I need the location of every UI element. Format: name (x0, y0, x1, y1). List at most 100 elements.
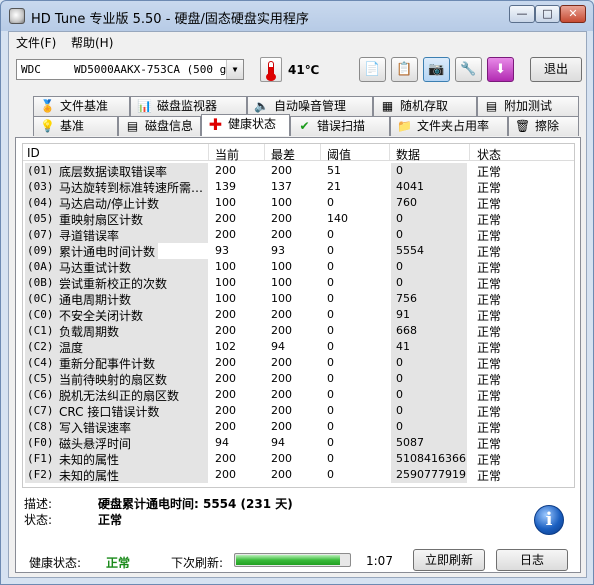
table-row[interactable]: (C7) CRC 接口错误计数 200 200 0 0 正常 (23, 403, 574, 419)
row-data: 0 (396, 260, 403, 273)
row-status: 正常 (477, 373, 502, 387)
menu-help[interactable]: 帮助(H) (71, 34, 113, 51)
row-threshold: 0 (327, 228, 334, 241)
options-icon[interactable]: 🔧 (455, 57, 482, 82)
table-row[interactable]: (07) 寻道错误率 200 200 0 0 正常 (23, 227, 574, 243)
row-threshold: 0 (327, 468, 334, 481)
tab-erase[interactable]: 🗑 擦除 (508, 116, 579, 136)
tab-disk-monitor[interactable]: 📊 磁盘监视器 (130, 96, 247, 116)
row-data: 5554 (396, 244, 424, 257)
table-row[interactable]: (F0) 磁头悬浮时间 94 94 0 5087 正常 (23, 435, 574, 451)
table-row[interactable]: (03) 马达旋转到标准转速所需… 139 137 21 4041 正常 (23, 179, 574, 195)
speaker-icon: 🔈 (254, 99, 269, 113)
row-worst: 200 (271, 468, 292, 481)
copy-text-icon[interactable]: 📄 (359, 57, 386, 82)
row-name: CRC 接口错误计数 (59, 405, 160, 419)
table-row[interactable]: (C1) 负载周期数 200 200 0 668 正常 (23, 323, 574, 339)
row-threshold: 0 (327, 356, 334, 369)
table-row[interactable]: (0A) 马达重试计数 100 100 0 0 正常 (23, 259, 574, 275)
table-row[interactable]: (C5) 当前待映射的扇区数 200 200 0 0 正常 (23, 371, 574, 387)
table-row[interactable]: (05) 重映射扇区计数 200 200 140 0 正常 (23, 211, 574, 227)
maximize-button[interactable]: □ (535, 5, 560, 23)
next-refresh-label: 下次刷新: (171, 556, 224, 570)
table-row[interactable]: (09) 累计通电时间计数 93 93 0 5554 正常 (23, 243, 574, 259)
header-current[interactable]: 当前 (215, 146, 239, 163)
tab-health[interactable]: ✚ 健康状态 (201, 114, 290, 136)
row-name: 马达重试计数 (59, 261, 132, 275)
chevron-down-icon[interactable]: ▼ (226, 60, 243, 79)
tab-disk-info[interactable]: ▤ 磁盘信息 (118, 116, 201, 136)
row-data: 91 (396, 308, 410, 321)
tab-random-access[interactable]: ▦ 随机存取 (373, 96, 477, 116)
table-row[interactable]: (0C) 通电周期计数 100 100 0 756 正常 (23, 291, 574, 307)
table-row[interactable]: (F2) 未知的属性 200 200 0 2590777919 正常 (23, 467, 574, 483)
row-current: 200 (215, 228, 236, 241)
row-name: 尝试重新校正的次数 (59, 277, 168, 291)
drive-select[interactable]: WDC WD5000AAKX-753CA (500 gB) ▼ (16, 59, 244, 80)
smart-table[interactable]: ID 当前 最差 阈值 数据 状态 (01) 底层数据读取错误率 200 200 51 0… (22, 143, 575, 488)
disk-info-icon: ▤ (126, 119, 139, 133)
header-worst[interactable]: 最差 (271, 146, 295, 163)
tab-folder-usage[interactable]: 📁 文件夹占用率 (390, 116, 508, 136)
row-current: 200 (215, 372, 236, 385)
close-button[interactable]: ✕ (560, 5, 586, 23)
row-status: 正常 (477, 197, 502, 211)
health-status-value: 正常 (106, 556, 131, 570)
table-row[interactable]: (C6) 脱机无法纠正的扇区数 200 200 0 0 正常 (23, 387, 574, 403)
row-id: (01) (27, 164, 54, 177)
info-icon[interactable]: i (534, 505, 564, 535)
row-id: (F1) (27, 452, 54, 465)
table-row[interactable]: (0B) 尝试重新校正的次数 100 100 0 0 正常 (23, 275, 574, 291)
table-row[interactable]: (C4) 重新分配事件计数 200 200 0 0 正常 (23, 355, 574, 371)
title-bar[interactable]: HD Tune 专业版 5.50 - 硬盘/固态硬盘实用程序 — □ ✕ (1, 1, 593, 31)
refresh-now-button[interactable]: 立即刷新 (413, 549, 485, 571)
log-button[interactable]: 日志 (496, 549, 568, 571)
row-threshold: 140 (327, 212, 348, 225)
status-bar: 健康状态: 正常 下次刷新: 1:07 立即刷新 日志 (9, 546, 586, 576)
header-status[interactable]: 状态 (477, 146, 501, 163)
header-id[interactable]: ID (27, 146, 40, 160)
table-row[interactable]: (C0) 不安全关闭计数 200 200 0 91 正常 (23, 307, 574, 323)
row-status: 正常 (477, 357, 502, 371)
header-threshold[interactable]: 阈值 (327, 146, 351, 163)
thermometer-icon (260, 57, 282, 82)
table-row[interactable]: (C8) 写入错误速率 200 200 0 0 正常 (23, 419, 574, 435)
table-row[interactable]: (01) 底层数据读取错误率 200 200 51 0 正常 (23, 163, 574, 179)
row-current: 200 (215, 356, 236, 369)
tab-label: 健康状态 (228, 117, 277, 131)
save-icon[interactable]: ⬇ (487, 57, 514, 82)
table-row[interactable]: (C2) 温度 102 94 0 41 正常 (23, 339, 574, 355)
tab-file-benchmark[interactable]: 🏅 文件基准 (33, 96, 130, 116)
tab-label: 磁盘监视器 (157, 99, 218, 113)
table-row[interactable]: (04) 马达启动/停止计数 100 100 0 760 正常 (23, 195, 574, 211)
benchmark-icon: 💡 (40, 119, 55, 133)
tab-error-scan[interactable]: ✔ 错误扫描 (290, 116, 390, 136)
tab-benchmark[interactable]: 💡 基准 (33, 116, 118, 136)
header-data[interactable]: 数据 (396, 146, 420, 163)
row-status: 正常 (477, 213, 502, 227)
copy-info-icon[interactable]: 📋 (391, 57, 418, 82)
screenshot-icon[interactable]: 📷 (423, 57, 450, 82)
tab-noise-management[interactable]: 🔈 自动噪音管理 (247, 96, 373, 116)
row-data: 4041 (396, 180, 424, 193)
table-row[interactable]: (F1) 未知的属性 200 200 0 5108416366 正常 (23, 451, 574, 467)
menu-bar: 文件(F) 帮助(H) (9, 32, 586, 52)
row-current: 100 (215, 292, 236, 305)
toolbar: WDC WD5000AAKX-753CA (500 gB) ▼ 41℃ 📄 📋 … (9, 52, 586, 92)
menu-file[interactable]: 文件(F) (16, 34, 56, 51)
tab-label: 附加测试 (504, 99, 553, 113)
row-id: (09) (27, 244, 54, 257)
row-id: (05) (27, 212, 54, 225)
row-id: (0A) (27, 260, 54, 273)
minimize-button[interactable]: — (509, 5, 535, 23)
row-worst: 137 (271, 180, 292, 193)
exit-button[interactable]: 退出 (530, 57, 582, 82)
row-name: 磁头悬浮时间 (59, 437, 132, 451)
row-threshold: 0 (327, 244, 334, 257)
row-threshold: 0 (327, 196, 334, 209)
row-threshold: 21 (327, 180, 341, 193)
extra-tests-icon: ▤ (485, 99, 498, 113)
tab-extra-tests[interactable]: ▤ 附加测试 (477, 96, 579, 116)
row-threshold: 0 (327, 420, 334, 433)
row-status: 正常 (477, 325, 502, 339)
